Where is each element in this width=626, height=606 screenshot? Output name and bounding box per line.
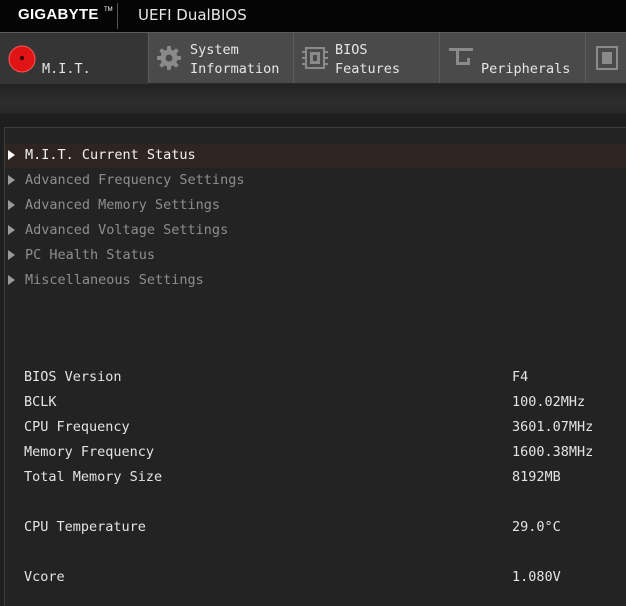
menu-item-label: Miscellaneous Settings: [25, 272, 204, 288]
info-value-total-memory-size: 8192MB: [512, 469, 561, 485]
brand-trademark: TM: [104, 7, 113, 13]
info-value-cpu-temperature: 29.0°C: [512, 519, 561, 535]
header-band: [0, 84, 626, 114]
tab-peripherals-label: Peripherals: [481, 61, 571, 77]
tab-peripherals[interactable]: Peripherals: [439, 32, 585, 83]
info-value-cpu-frequency: 3601.07MHz: [512, 419, 594, 435]
product-title: UEFI DualBIOS: [138, 6, 247, 24]
menu-item-pc-health-status[interactable]: PC Health Status: [5, 244, 626, 268]
tab-bios-features-line2: Features: [335, 61, 401, 77]
info-label-cpu-frequency: CPU Frequency: [24, 419, 130, 435]
arrow-right-icon: [8, 150, 15, 160]
menu-item-advanced-voltage-settings[interactable]: Advanced Voltage Settings: [5, 219, 626, 243]
connector-icon: [449, 45, 475, 75]
arrow-right-icon: [8, 275, 15, 285]
arrow-right-icon: [8, 250, 15, 260]
board-icon: [595, 45, 619, 75]
tab-bios-features[interactable]: BIOS Features: [293, 32, 439, 83]
title-separator: [117, 3, 118, 29]
arrow-right-icon: [8, 175, 15, 185]
menu-item-label: M.I.T. Current Status: [25, 147, 196, 163]
tab-system-information[interactable]: System Information: [148, 32, 293, 83]
tab-mit-label: M.I.T.: [42, 61, 91, 77]
menu-item-miscellaneous-settings[interactable]: Miscellaneous Settings: [5, 269, 626, 293]
tab-system-information-line2: Information: [190, 61, 280, 77]
info-label-bclk: BCLK: [24, 394, 57, 410]
tab-bios-features-line1: BIOS: [335, 42, 368, 58]
gear-icon: [156, 45, 182, 75]
info-value-memory-frequency: 1600.38MHz: [512, 444, 594, 460]
info-label-total-memory-size: Total Memory Size: [24, 469, 163, 485]
menu-item-mit-current-status[interactable]: M.I.T. Current Status: [5, 144, 626, 168]
info-value-bclk: 100.02MHz: [512, 394, 586, 410]
menu-item-advanced-frequency-settings[interactable]: Advanced Frequency Settings: [5, 169, 626, 193]
menu-item-label: PC Health Status: [25, 247, 156, 263]
red-status-dot-icon: [8, 45, 36, 77]
tab-system-information-line1: System: [190, 42, 239, 58]
title-bar: GIGABYTE TM UEFI DualBIOS: [0, 0, 626, 32]
info-value-bios-version: F4: [512, 369, 529, 385]
tab-more[interactable]: [585, 32, 626, 83]
info-value-vcore: 1.080V: [512, 569, 561, 585]
menu-item-label: Advanced Memory Settings: [25, 197, 221, 213]
info-label-memory-frequency: Memory Frequency: [24, 444, 155, 460]
brand-logo: GIGABYTE: [18, 6, 99, 23]
info-label-bios-version: BIOS Version: [24, 369, 122, 385]
arrow-right-icon: [8, 225, 15, 235]
arrow-right-icon: [8, 200, 15, 210]
info-label-cpu-temperature: CPU Temperature: [24, 519, 146, 535]
chip-icon: [302, 44, 328, 76]
menu-item-label: Advanced Voltage Settings: [25, 222, 229, 238]
menu-item-advanced-memory-settings[interactable]: Advanced Memory Settings: [5, 194, 626, 218]
tab-mit[interactable]: M.I.T.: [0, 32, 148, 84]
info-label-vcore: Vcore: [24, 569, 65, 585]
menu-item-label: Advanced Frequency Settings: [25, 172, 245, 188]
